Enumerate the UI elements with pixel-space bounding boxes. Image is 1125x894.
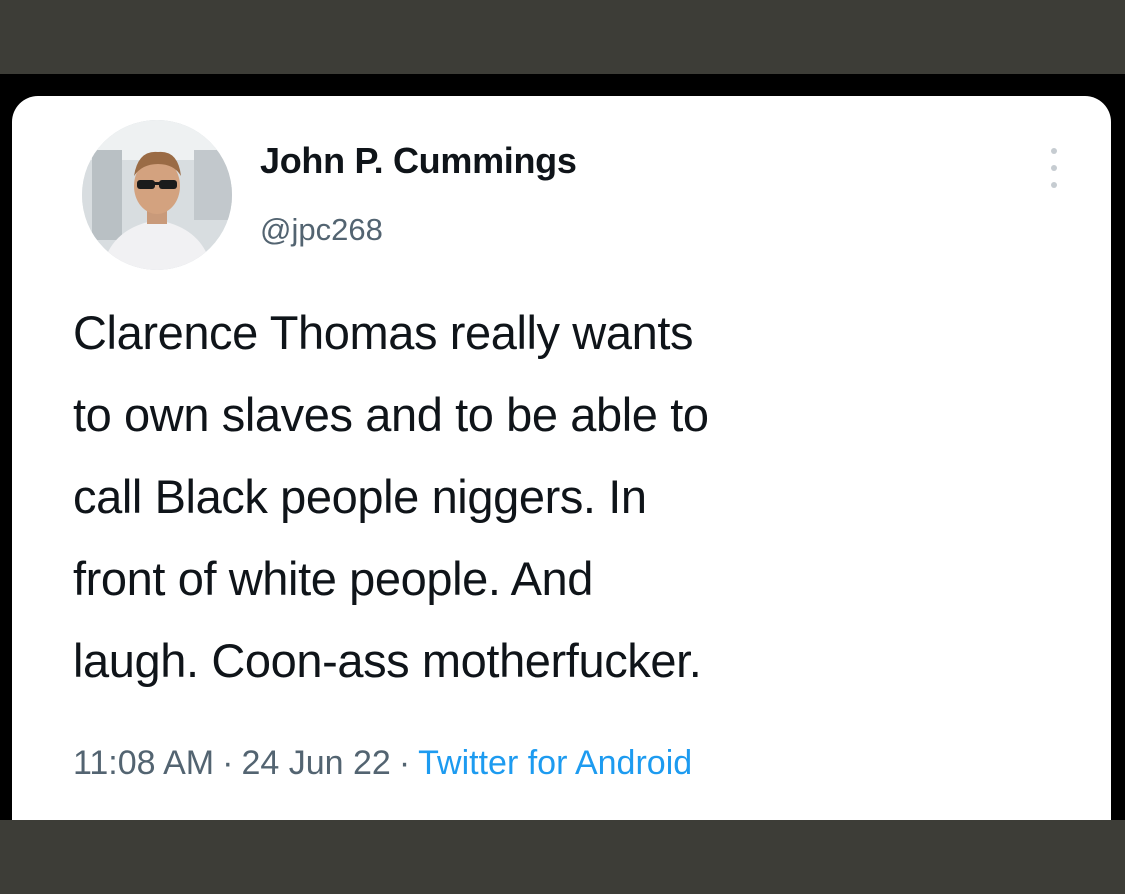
tweet-card: John P. Cummings @jpc268 Clarence Thomas… [12, 96, 1111, 820]
separator: · [222, 744, 234, 782]
separator: · [398, 744, 411, 782]
screenshot-frame: John P. Cummings @jpc268 Clarence Thomas… [0, 0, 1125, 894]
display-name[interactable]: John P. Cummings [260, 140, 577, 182]
dot [1051, 148, 1057, 154]
tweet-meta: 11:08 AM · 24 Jun 22 · Twitter for Android [73, 744, 692, 783]
tweet-time[interactable]: 11:08 AM [73, 744, 214, 782]
tweet-date[interactable]: 24 Jun 22 [241, 744, 390, 782]
dot [1051, 182, 1057, 188]
profile-photo [82, 120, 232, 270]
user-handle[interactable]: @jpc268 [260, 212, 383, 248]
avatar[interactable] [82, 120, 232, 270]
bottom-band [0, 820, 1125, 894]
tweet-source-link[interactable]: Twitter for Android [418, 744, 692, 782]
dot [1051, 165, 1057, 171]
tweet-text: Clarence Thomas really wants to own slav… [73, 306, 709, 687]
more-vertical-icon[interactable] [1047, 148, 1061, 188]
